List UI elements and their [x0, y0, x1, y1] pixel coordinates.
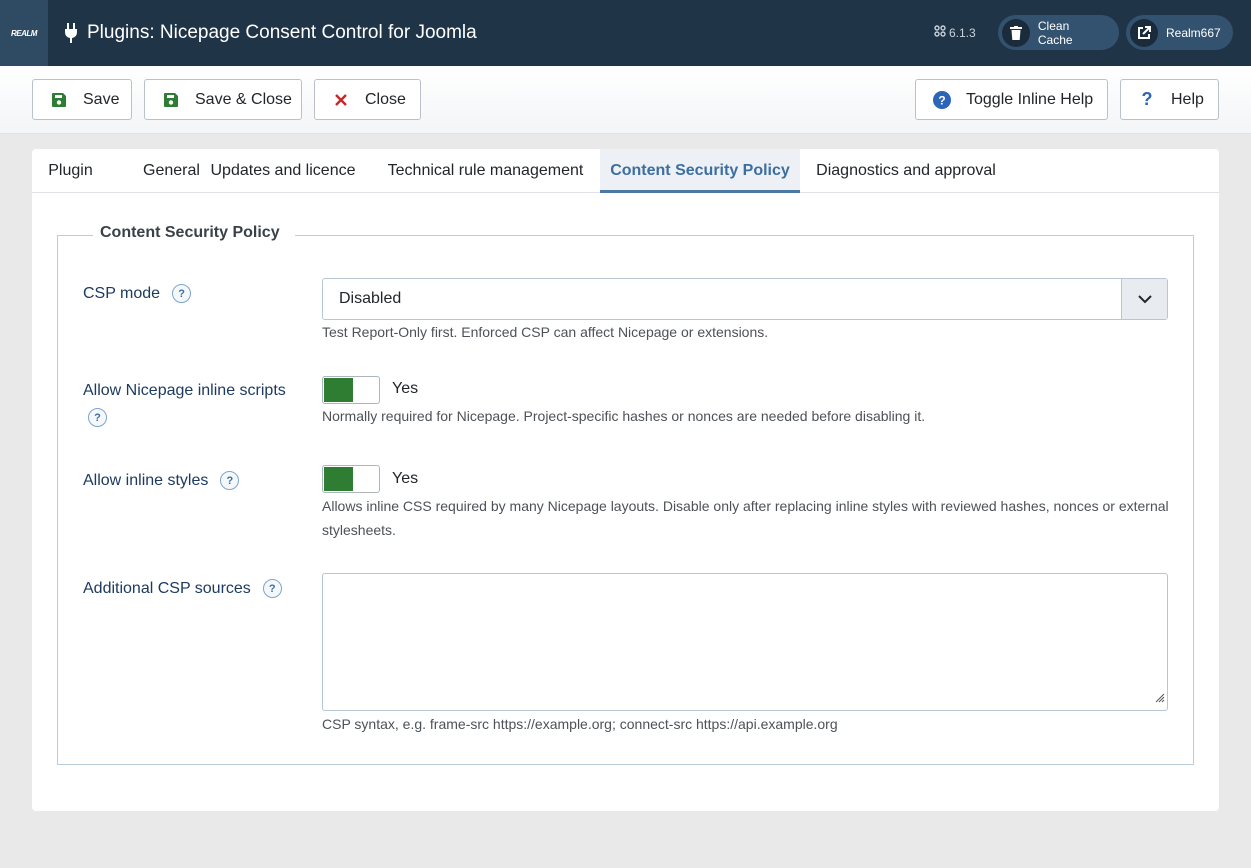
save-label: Save	[83, 90, 120, 108]
floppy-disk-icon	[162, 92, 180, 107]
fieldset-legend: Content Security Policy	[93, 224, 295, 242]
inline-scripts-hint: Normally required for Nicepage. Project-…	[322, 408, 926, 424]
top-header: REALM Plugins: Nicepage Consent Control …	[0, 0, 1251, 66]
switch-on-indicator	[324, 467, 353, 491]
question-circle-icon: ?	[933, 90, 951, 109]
chevron-down-icon	[1121, 279, 1167, 319]
csp-mode-label-text: CSP mode	[83, 284, 161, 302]
inline-styles-label-text: Allow inline styles	[83, 471, 209, 489]
csp-mode-label: CSP mode ?	[83, 284, 192, 303]
plug-icon	[64, 22, 78, 44]
additional-sources-textarea[interactable]	[322, 573, 1168, 711]
tab-label: Updates and licence	[210, 162, 356, 179]
version-number: 6.1.3	[949, 25, 976, 40]
trash-icon	[1002, 18, 1030, 47]
clean-cache-label: Clean Cache	[1037, 18, 1073, 47]
question-mark-icon: ?	[1141, 89, 1153, 109]
tab-diagnostics-and-approval[interactable]: Diagnostics and approval	[800, 149, 1012, 193]
help-label: Help	[1171, 90, 1204, 108]
close-label: Close	[365, 90, 406, 108]
inline-styles-label: Allow inline styles ?	[83, 471, 240, 490]
help-button[interactable]: ? Help	[1120, 79, 1219, 120]
csp-mode-hint: Test Report-Only first. Enforced CSP can…	[322, 324, 769, 340]
additional-sources-hint: CSP syntax, e.g. frame-src https://examp…	[322, 716, 838, 732]
external-link-icon	[1130, 18, 1158, 47]
logo-text: REALM	[11, 28, 37, 38]
help-icon[interactable]: ?	[220, 471, 240, 490]
inline-scripts-switch[interactable]	[322, 376, 380, 404]
svg-text:?: ?	[938, 93, 945, 107]
save-close-button[interactable]: Save & Close	[144, 79, 302, 120]
tab-label: Content Security Policy	[610, 162, 790, 179]
close-icon	[332, 93, 350, 106]
toggle-inline-help-label: Toggle Inline Help	[966, 90, 1094, 108]
additional-sources-label-text: Additional CSP sources	[83, 579, 251, 597]
inline-scripts-label: Allow Nicepage inline scripts	[83, 382, 286, 399]
version-info: 6.1.3	[934, 25, 976, 40]
clean-cache-button[interactable]: Clean Cache	[998, 15, 1119, 50]
inline-styles-value: Yes	[392, 470, 419, 487]
inline-styles-switch[interactable]	[322, 465, 380, 493]
save-button[interactable]: Save	[32, 79, 132, 120]
tab-content-security-policy[interactable]: Content Security Policy	[600, 149, 800, 193]
tab-label: General	[143, 162, 200, 179]
save-close-label: Save & Close	[195, 90, 292, 108]
help-icon[interactable]: ?	[172, 284, 192, 303]
inline-styles-hint-continued: stylesheets.	[322, 522, 396, 538]
toolbar: Save Save & Close Close ? Toggle Inline …	[0, 66, 1251, 134]
settings-card: Plugin General Updates and licence Techn…	[32, 149, 1219, 811]
tab-technical-rule-management[interactable]: Technical rule management	[371, 149, 600, 193]
help-icon[interactable]: ?	[262, 579, 282, 598]
switch-on-indicator	[324, 378, 353, 402]
tab-label: Diagnostics and approval	[816, 162, 996, 179]
page-title: Plugins: Nicepage Consent Control for Jo…	[87, 22, 477, 43]
tab-label: Plugin	[48, 162, 93, 179]
additional-sources-label: Additional CSP sources ?	[83, 579, 282, 598]
tab-label: Technical rule management	[387, 162, 584, 179]
brand-logo[interactable]: REALM	[0, 0, 48, 66]
tab-bar: Plugin General Updates and licence Techn…	[32, 149, 1219, 193]
close-button[interactable]: Close	[314, 79, 421, 120]
resize-handle-icon[interactable]	[1153, 690, 1165, 708]
user-label: Realm667	[1166, 25, 1221, 40]
tab-plugin[interactable]: Plugin	[32, 149, 109, 193]
floppy-disk-icon	[50, 92, 68, 107]
joomla-icon	[934, 25, 946, 40]
inline-scripts-value: Yes	[392, 380, 419, 397]
inline-styles-hint: Allows inline CSS required by many Nicep…	[322, 498, 1169, 514]
csp-mode-value: Disabled	[339, 290, 402, 307]
csp-mode-select[interactable]: Disabled	[322, 278, 1168, 320]
toggle-inline-help-button[interactable]: ? Toggle Inline Help	[915, 79, 1108, 120]
user-menu-button[interactable]: Realm667	[1126, 15, 1233, 50]
tab-updates-and-licence[interactable]: Updates and licence	[195, 149, 371, 193]
help-icon[interactable]: ?	[88, 408, 107, 427]
